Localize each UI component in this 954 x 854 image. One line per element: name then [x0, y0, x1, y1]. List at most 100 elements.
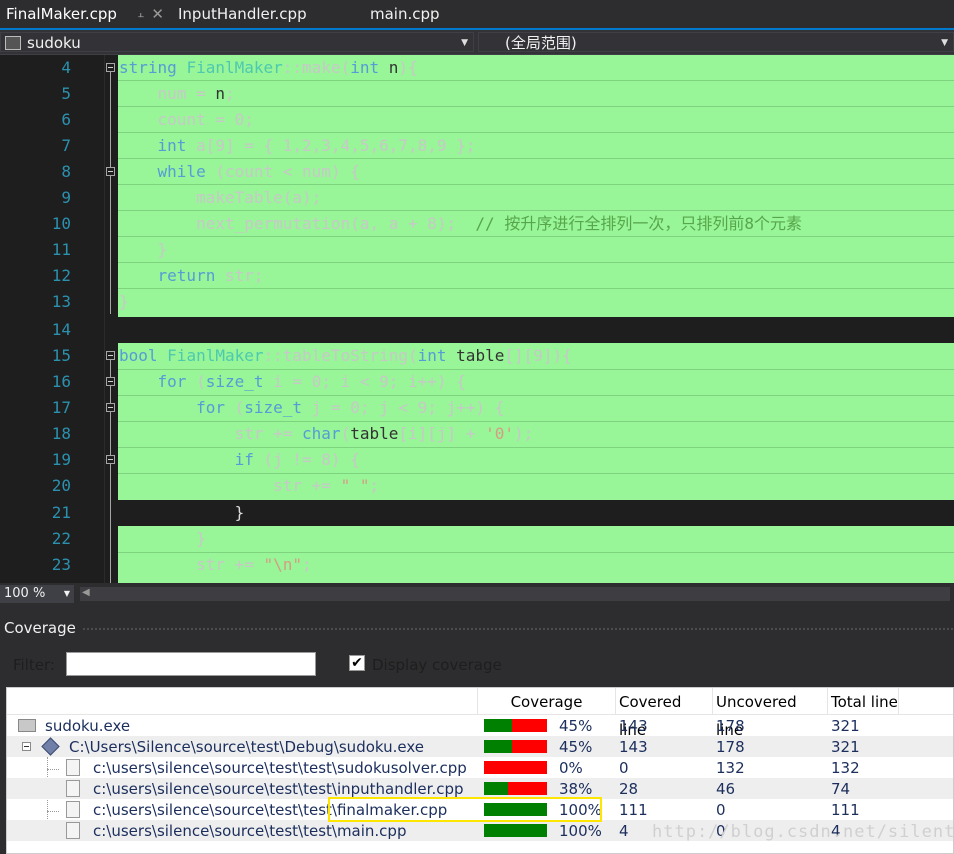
covered-lines: 4	[619, 822, 629, 840]
line-number: 10	[51, 214, 71, 233]
code-text: str += char(table[i][j] + '0');	[119, 424, 534, 443]
tab-label: FinalMaker.cpp	[6, 5, 117, 23]
chevron-down-icon: ▼	[941, 38, 948, 48]
filter-label: Filter:	[13, 656, 55, 674]
code-line: 13 }	[0, 289, 954, 315]
code-line: 6 count = 0;	[0, 107, 954, 133]
tab-inputhandler[interactable]: InputHandler.cpp	[172, 0, 357, 28]
column-header-covered[interactable]: Covered line	[615, 688, 712, 739]
scope-dropdown[interactable]: (全局范围) ▼	[478, 32, 954, 52]
table-row[interactable]: C:\Users\Silence\source\test\Debug\sudok…	[7, 736, 953, 757]
code-line: 22 }	[0, 526, 954, 552]
code-line: 16 for (size_t i = 0; i < 9; i++) {	[0, 369, 954, 395]
collapse-icon[interactable]	[106, 167, 115, 176]
covered-lines: 0	[619, 759, 629, 777]
column-header-total[interactable]: Total line	[827, 688, 899, 714]
collapse-icon[interactable]	[106, 63, 115, 72]
code-line: 23 str += "\n";	[0, 552, 954, 578]
code-line: 21 }	[0, 500, 954, 526]
covered-lines: 143	[619, 738, 648, 756]
table-row[interactable]: c:\users\silence\source\test\test\sudoku…	[7, 757, 953, 778]
zoom-dropdown[interactable]: 100 % ▼	[0, 585, 74, 603]
filter-input[interactable]	[66, 652, 316, 676]
zoom-level: 100 %	[4, 586, 46, 601]
row-name: C:\Users\Silence\source\test\Debug\sudok…	[69, 738, 424, 756]
coverage-bar-covered	[484, 782, 508, 795]
collapse-icon[interactable]	[106, 403, 115, 412]
code-line: 19 if (j != 8) {	[0, 447, 954, 473]
code-text: count = 0;	[119, 110, 254, 129]
covered-lines: 111	[619, 801, 648, 819]
code-line: 8 while (count < num) {	[0, 159, 954, 185]
line-number: 21	[51, 503, 71, 522]
code-text: makeTable(a);	[119, 188, 322, 207]
coverage-percent: 45%	[559, 738, 593, 756]
coverage-percent: 100%	[559, 822, 602, 840]
line-number: 8	[61, 162, 71, 181]
code-text: }	[119, 240, 168, 259]
scope-name: (全局范围)	[505, 34, 577, 52]
code-editor[interactable]: 4 string FianlMaker::make(int n){ 5 num …	[0, 55, 954, 583]
column-label: Coverage	[510, 693, 583, 711]
collapse-icon[interactable]	[22, 742, 31, 751]
table-row[interactable]: sudoku.exe 45% 143 178 321	[7, 715, 953, 736]
uncovered-lines: 132	[716, 759, 745, 777]
close-icon[interactable]: ✕	[151, 0, 164, 28]
code-text: for (size_t i = 0; i < 9; i++) {	[157, 372, 466, 391]
coverage-percent: 0%	[559, 759, 583, 777]
coverage-bar	[484, 761, 547, 774]
panel-title: Coverage	[4, 619, 76, 637]
coverage-bar-covered	[484, 824, 547, 837]
code-line: 9 makeTable(a);	[0, 185, 954, 211]
code-text: }	[119, 529, 206, 548]
collapse-icon[interactable]	[106, 455, 115, 464]
column-header-coverage[interactable]: Coverage	[477, 688, 615, 714]
column-header-uncovered[interactable]: Uncovered line	[712, 688, 827, 739]
code-text: while (count < num) {	[157, 162, 360, 181]
collapse-icon[interactable]	[106, 351, 115, 360]
line-number: 7	[61, 136, 71, 155]
tab-main[interactable]: main.cpp	[364, 0, 484, 28]
column-header-name[interactable]	[7, 688, 477, 714]
code-text: str += "\n";	[119, 555, 312, 574]
line-number: 22	[51, 529, 71, 548]
line-number: 5	[61, 84, 71, 103]
project-icon	[5, 36, 21, 50]
line-number: 4	[61, 58, 71, 77]
table-row[interactable]: c:\users\silence\source\test\test\inputh…	[7, 778, 953, 799]
display-coverage-checkbox[interactable]: ✔	[349, 655, 365, 671]
display-coverage-label: Display coverage	[372, 656, 502, 674]
line-number: 16	[51, 372, 71, 391]
uncovered-lines: 178	[716, 717, 745, 735]
line-number: 14	[51, 320, 71, 339]
total-lines: 111	[831, 801, 860, 819]
tab-label: InputHandler.cpp	[178, 5, 307, 23]
file-icon	[66, 822, 80, 839]
code-line: 10 next_permutation(a, a + 8); // 按升序进行全…	[0, 211, 954, 237]
horizontal-scrollbar[interactable]: ◀	[80, 587, 950, 601]
line-number: 18	[51, 424, 71, 443]
total-lines: 132	[831, 759, 860, 777]
line-number: 11	[51, 240, 71, 259]
code-text: int a[9] = { 1,2,3,4,5,6,7,8,9 };	[157, 136, 476, 155]
project-dropdown[interactable]: sudoku ▼	[0, 32, 474, 52]
row-name: c:\users\silence\source\test\test\main.c…	[93, 822, 407, 840]
panel-splitter[interactable]	[0, 605, 954, 617]
panel-grip[interactable]	[82, 627, 954, 631]
code-line: 17 for (size_t j = 0; j < 9; j++) {	[0, 395, 954, 421]
coverage-bar	[484, 824, 547, 837]
row-name: sudoku.exe	[45, 717, 131, 735]
code-text: next_permutation(a, a + 8); // 按升序进行全排列一…	[119, 214, 802, 233]
coverage-bar-covered	[484, 740, 513, 753]
scroll-left-icon[interactable]: ◀	[82, 587, 90, 598]
chevron-down-icon: ▼	[63, 589, 70, 598]
coverage-bar	[484, 740, 547, 753]
line-number: 6	[61, 110, 71, 129]
row-name: c:\users\silence\source\test\test\sudoku…	[93, 759, 467, 777]
tab-finalmaker[interactable]: FinalMaker.cpp ⫠ ✕	[0, 0, 170, 28]
collapse-icon[interactable]	[106, 377, 115, 386]
pin-icon[interactable]: ⫠	[137, 0, 144, 28]
watermark: http://blog.csdn.net/silentic	[652, 822, 954, 842]
total-lines: 74	[831, 780, 851, 798]
code-line: 4 string FianlMaker::make(int n){	[0, 55, 954, 81]
